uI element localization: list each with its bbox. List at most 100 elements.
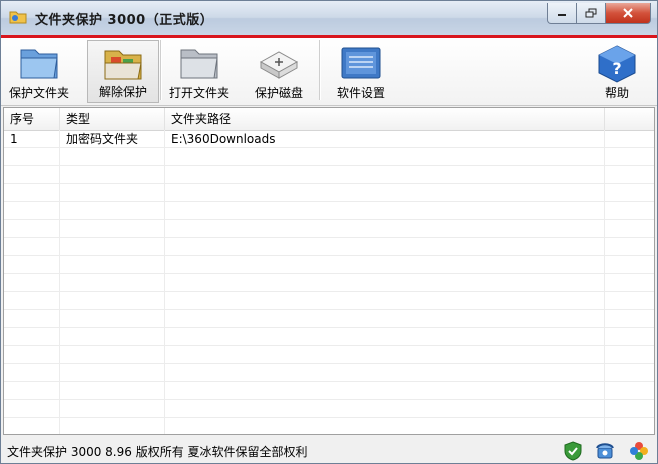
- colorful-flower-icon[interactable]: [629, 441, 649, 461]
- empty-cell: [60, 418, 165, 434]
- protect-folder-label: 保护文件夹: [8, 86, 69, 100]
- empty-cell: [165, 328, 605, 346]
- empty-cell: [165, 202, 605, 220]
- restore-button[interactable]: [577, 3, 606, 24]
- empty-cell: [4, 382, 60, 400]
- empty-cell: [605, 184, 654, 202]
- main-window: 文件夹保护 3000（正式版） 保护文件夹 解除保护 打开文件夹 保护磁盘 软件…: [0, 0, 658, 464]
- empty-cell: [4, 274, 60, 292]
- unprotect-button[interactable]: 解除保护: [87, 40, 159, 103]
- empty-cell: [4, 238, 60, 256]
- window-title: 文件夹保护 3000（正式版）: [35, 13, 214, 28]
- empty-cell: [165, 238, 605, 256]
- empty-cell: [605, 202, 654, 220]
- empty-cell: [165, 310, 605, 328]
- phone-support-icon[interactable]: [595, 441, 615, 461]
- shield-check-icon[interactable]: [563, 441, 583, 461]
- empty-cell: [4, 202, 60, 220]
- row-extra: [605, 130, 654, 148]
- empty-cell: [165, 184, 605, 202]
- unlock-folder-icon: [104, 50, 142, 80]
- empty-table-row: [4, 346, 654, 364]
- protect-folder-button[interactable]: 保护文件夹: [3, 40, 75, 103]
- column-header-path[interactable]: 文件夹路径: [165, 108, 605, 130]
- row-index: 1: [4, 130, 60, 148]
- toolbar-separator: [160, 40, 161, 100]
- empty-cell: [605, 292, 654, 310]
- gray-folder-icon: [180, 49, 218, 79]
- list-header: 序号 类型 文件夹路径: [4, 108, 654, 131]
- empty-cell: [165, 346, 605, 364]
- empty-cell: [60, 220, 165, 238]
- empty-cell: [60, 202, 165, 220]
- column-header-type[interactable]: 类型: [60, 108, 165, 130]
- settings-panel-icon: [341, 47, 381, 79]
- empty-cell: [165, 382, 605, 400]
- empty-table-row: [4, 274, 654, 292]
- settings-button[interactable]: 软件设置: [325, 40, 397, 103]
- empty-cell: [165, 364, 605, 382]
- protect-disk-button[interactable]: 保护磁盘: [243, 40, 315, 103]
- unprotect-label: 解除保护: [98, 85, 147, 99]
- empty-cell: [165, 274, 605, 292]
- empty-cell: [605, 274, 654, 292]
- help-cube-icon: ?: [598, 45, 636, 83]
- empty-cell: [4, 220, 60, 238]
- protect-disk-label: 保护磁盘: [254, 86, 303, 100]
- window-controls: [547, 3, 651, 24]
- empty-table-row: [4, 184, 654, 202]
- settings-label: 软件设置: [336, 86, 385, 100]
- column-header-empty[interactable]: [605, 108, 654, 130]
- empty-cell: [165, 166, 605, 184]
- help-label: 帮助: [604, 86, 629, 100]
- empty-cell: [605, 418, 654, 434]
- empty-cell: [4, 166, 60, 184]
- empty-cell: [60, 274, 165, 292]
- empty-table-row: [4, 310, 654, 328]
- empty-cell: [4, 346, 60, 364]
- empty-cell: [4, 364, 60, 382]
- empty-cell: [60, 364, 165, 382]
- table-row[interactable]: 1 加密码文件夹 E:\360Downloads: [4, 130, 654, 148]
- close-button[interactable]: [606, 3, 651, 24]
- empty-cell: [605, 166, 654, 184]
- empty-cell: [605, 256, 654, 274]
- status-bar: 文件夹保护 3000 8.96 版权所有 夏冰软件保留全部权利: [1, 437, 657, 463]
- copyright-text: 文件夹保护 3000 8.96 版权所有 夏冰软件保留全部权利: [7, 445, 308, 459]
- empty-cell: [4, 148, 60, 166]
- help-button[interactable]: ? 帮助: [581, 40, 653, 103]
- usb-disk-icon: [259, 51, 299, 79]
- empty-cell: [165, 418, 605, 434]
- empty-table-row: [4, 166, 654, 184]
- empty-cell: [4, 418, 60, 434]
- column-header-index[interactable]: 序号: [4, 108, 60, 130]
- toolbar-separator: [319, 40, 320, 100]
- row-path: E:\360Downloads: [165, 130, 605, 148]
- blue-folder-icon: [20, 49, 58, 79]
- title-bar[interactable]: 文件夹保护 3000（正式版）: [1, 1, 657, 35]
- empty-cell: [605, 328, 654, 346]
- protected-folder-list[interactable]: 序号 类型 文件夹路径 1 加密码文件夹 E:\360Downloads: [3, 107, 655, 435]
- empty-cell: [165, 256, 605, 274]
- empty-cell: [165, 148, 605, 166]
- empty-cell: [60, 148, 165, 166]
- empty-cell: [60, 292, 165, 310]
- open-folder-label: 打开文件夹: [168, 86, 229, 100]
- empty-cell: [4, 256, 60, 274]
- minimize-button[interactable]: [547, 3, 577, 24]
- toolbar: 保护文件夹 解除保护 打开文件夹 保护磁盘 软件设置 ? 帮助: [1, 38, 657, 106]
- empty-cell: [60, 346, 165, 364]
- empty-cell: [605, 400, 654, 418]
- empty-cell: [605, 310, 654, 328]
- empty-cell: [605, 238, 654, 256]
- empty-cell: [60, 166, 165, 184]
- empty-table-row: [4, 220, 654, 238]
- empty-cell: [4, 328, 60, 346]
- empty-cell: [60, 238, 165, 256]
- open-folder-button[interactable]: 打开文件夹: [163, 40, 235, 103]
- empty-cell: [60, 256, 165, 274]
- empty-cell: [60, 382, 165, 400]
- empty-cell: [605, 382, 654, 400]
- empty-table-row: [4, 238, 654, 256]
- empty-cell: [60, 310, 165, 328]
